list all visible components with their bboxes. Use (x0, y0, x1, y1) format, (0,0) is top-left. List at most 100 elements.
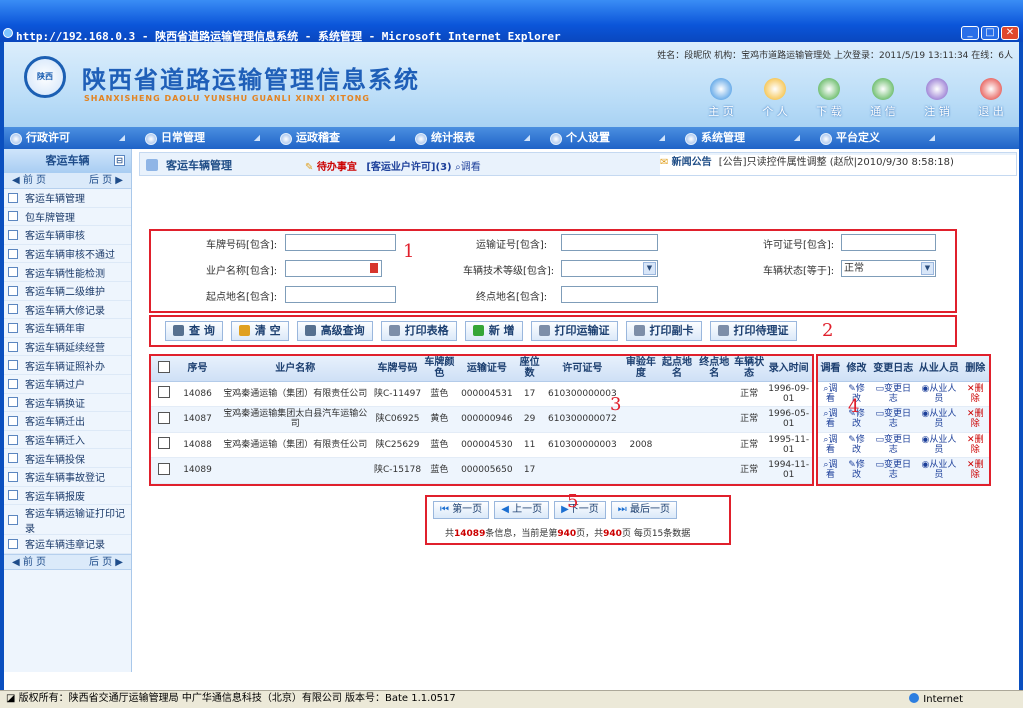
sidebar-item[interactable]: 客运车辆二级维护 (4, 282, 131, 301)
row-staff-link[interactable]: ◉从业人员 (917, 409, 960, 429)
row-delete-link[interactable]: ✕删除 (963, 384, 988, 404)
sidebar-item[interactable]: 客运车辆大修记录 (4, 301, 131, 320)
sidebar-item[interactable]: 客运车辆报废 (4, 487, 131, 506)
sidebar-item[interactable]: 客运车辆过户 (4, 375, 131, 394)
row-delete-link[interactable]: ✕删除 (963, 435, 988, 455)
row-staff-link[interactable]: ◉从业人员 (917, 384, 960, 404)
row-checkbox[interactable] (157, 462, 170, 475)
column-header[interactable]: 审验年度 (623, 356, 659, 382)
todo-link[interactable]: [客运业户许可](3) (366, 162, 451, 173)
menu-item-0[interactable]: 行政许可 (4, 127, 139, 149)
row-edit-link[interactable]: ✎修改 (844, 435, 869, 455)
row-changelog-link[interactable]: ▭变更日志 (871, 435, 915, 455)
row-staff-link[interactable]: ◉从业人员 (917, 435, 960, 455)
column-header[interactable]: 运输证号 (455, 356, 518, 382)
menu-item-2[interactable]: 运政稽查 (274, 127, 409, 149)
row-changelog-link[interactable]: ▭变更日志 (871, 384, 915, 404)
sidebar-next-button[interactable]: 后 页 ▶ (89, 173, 123, 188)
sidebar-item[interactable]: 客运车辆迁入 (4, 431, 131, 450)
news-ticker[interactable]: [公告]只读控件属性调整 (赵欣|2010/9/30 8:58:18) (719, 157, 954, 168)
column-header[interactable]: 许可证号 (541, 356, 624, 382)
row-edit-link[interactable]: ✎修改 (844, 460, 869, 480)
top-nav-item-1[interactable]: 个 人 (755, 78, 795, 119)
toolbar-button-2[interactable]: 高级查询 (296, 321, 373, 341)
column-header[interactable]: 车牌颜色 (423, 356, 456, 382)
row-checkbox[interactable] (157, 437, 170, 450)
column-header[interactable]: 车牌号码 (371, 356, 424, 382)
sidebar-item[interactable]: 客运车辆延续经营 (4, 338, 131, 357)
sidebar-item[interactable]: 客运车辆性能检测 (4, 263, 131, 282)
sidebar-item[interactable]: 客运车辆迁出 (4, 412, 131, 431)
sidebar-item[interactable]: 客运车辆证照补办 (4, 356, 131, 375)
sidebar-item[interactable]: 客运车辆换证 (4, 394, 131, 413)
menu-item-3[interactable]: 统计报表 (409, 127, 544, 149)
top-nav-item-3[interactable]: 通 信 (863, 78, 903, 119)
top-nav-item-2[interactable]: 下 载 (809, 78, 849, 119)
tab-vehicle-management[interactable]: 客运车辆管理 (146, 157, 232, 173)
sidebar-item[interactable]: 客运车辆审核不通过 (4, 245, 131, 264)
column-header[interactable]: 起点地名 (658, 356, 696, 382)
column-header[interactable]: 录入时间 (765, 356, 812, 382)
toolbar-button-4[interactable]: 新 增 (464, 321, 523, 341)
sidebar-prev-button-bottom[interactable]: ◀ 前 页 (12, 555, 46, 569)
row-staff-link[interactable]: ◉从业人员 (917, 460, 960, 480)
todo-view-link[interactable]: ⌕调看 (455, 162, 481, 173)
toolbar-button-3[interactable]: 打印表格 (380, 321, 457, 341)
toolbar-button-5[interactable]: 打印运输证 (530, 321, 618, 341)
sidebar-item[interactable]: 客运车辆违章记录 (4, 535, 131, 554)
last-page-button[interactable]: ⏭ 最后一页 (610, 501, 677, 519)
toolbar-button-6[interactable]: 打印副卡 (625, 321, 702, 341)
row-checkbox[interactable] (157, 411, 170, 424)
close-button[interactable]: ✕ (1001, 26, 1019, 40)
top-nav-item-4[interactable]: 注 销 (917, 78, 957, 119)
menu-item-1[interactable]: 日常管理 (139, 127, 274, 149)
column-header[interactable]: 序号 (176, 356, 219, 382)
row-changelog-link[interactable]: ▭变更日志 (871, 460, 915, 480)
top-nav-item-0[interactable]: 主 页 (701, 78, 741, 119)
sidebar-item[interactable]: 客运车辆审核 (4, 226, 131, 245)
top-nav-item-5[interactable]: 退 出 (971, 78, 1011, 119)
column-header[interactable]: 车辆状态 (732, 356, 766, 382)
row-view-link[interactable]: ⌕调看 (819, 409, 842, 429)
picker-icon[interactable] (370, 263, 378, 273)
status-select[interactable]: 正常 ▼ (841, 260, 936, 277)
plate-input[interactable] (285, 234, 396, 251)
column-header[interactable]: 业户名称 (218, 356, 372, 382)
sidebar-item[interactable]: 客运车辆管理 (4, 189, 131, 208)
owner-input[interactable] (285, 260, 382, 277)
sidebar-item[interactable]: 客运车辆运输证打印记录 (4, 505, 131, 536)
toolbar-button-1[interactable]: 清 空 (230, 321, 289, 341)
toolbar-button-0[interactable]: 查 询 (165, 321, 223, 341)
select-all-checkbox[interactable] (157, 360, 170, 373)
sidebar-item[interactable]: 客运车辆年审 (4, 319, 131, 338)
row-view-link[interactable]: ⌕调看 (819, 384, 842, 404)
collapse-icon[interactable]: ⊟ (114, 155, 125, 166)
row-view-link[interactable]: ⌕调看 (819, 460, 842, 480)
next-page-button[interactable]: ▶下一页 (554, 501, 606, 519)
permit-input[interactable] (841, 234, 936, 251)
sidebar-prev-button[interactable]: ◀ 前 页 (12, 173, 46, 188)
row-delete-link[interactable]: ✕删除 (963, 409, 988, 429)
sidebar-next-button-bottom[interactable]: 后 页 ▶ (89, 555, 123, 569)
row-changelog-link[interactable]: ▭变更日志 (871, 409, 915, 429)
prev-page-button[interactable]: ◀ 上一页 (494, 501, 550, 519)
origin-input[interactable] (285, 286, 396, 303)
menu-item-4[interactable]: 个人设置 (544, 127, 679, 149)
column-header[interactable]: 终点地名 (695, 356, 733, 382)
minimize-button[interactable]: _ (961, 26, 979, 40)
row-delete-link[interactable]: ✕删除 (963, 460, 988, 480)
sidebar-item[interactable]: 客运车辆事故登记 (4, 468, 131, 487)
row-view-link[interactable]: ⌕调看 (819, 435, 842, 455)
first-page-button[interactable]: ⏮ 第一页 (433, 501, 490, 519)
menu-item-6[interactable]: 平台定义 (814, 127, 949, 149)
transport-cert-input[interactable] (561, 234, 658, 251)
menu-item-5[interactable]: 系统管理 (679, 127, 814, 149)
toolbar-button-7[interactable]: 打印待理证 (709, 321, 797, 341)
sidebar-item[interactable]: 客运车辆投保 (4, 449, 131, 468)
sidebar-item[interactable]: 包车牌管理 (4, 208, 131, 227)
column-header[interactable]: 座位数 (517, 356, 542, 382)
destination-input[interactable] (561, 286, 658, 303)
tech-level-select[interactable]: ▼ (561, 260, 658, 277)
maximize-button[interactable]: □ (981, 26, 999, 40)
row-checkbox[interactable] (157, 386, 170, 399)
